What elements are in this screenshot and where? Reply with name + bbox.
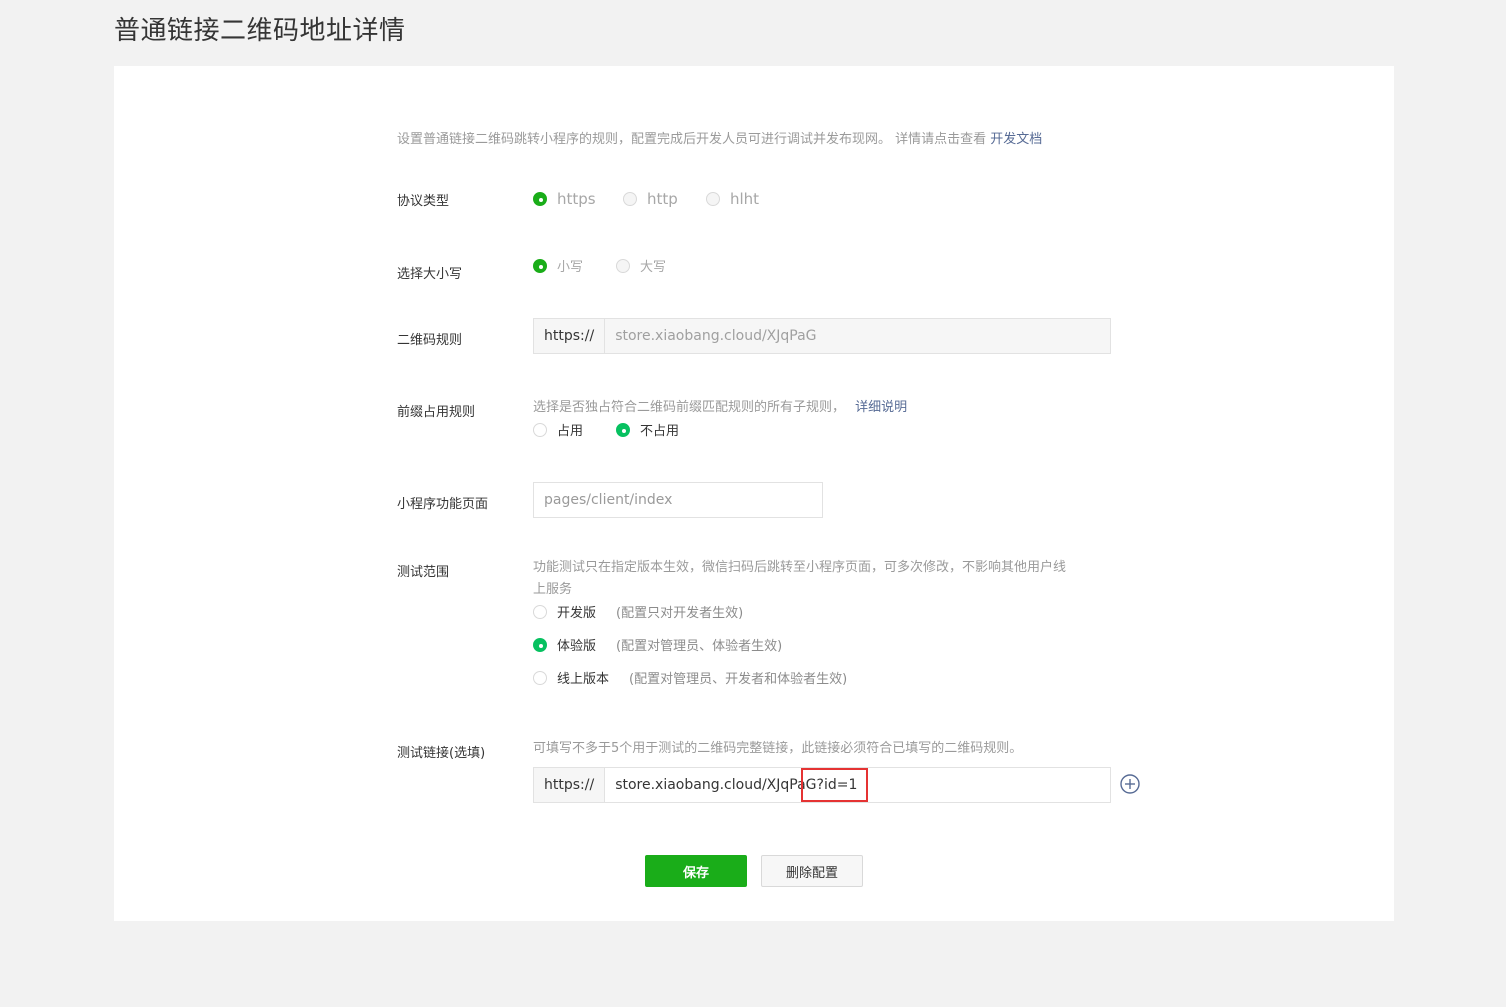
page-title: 普通链接二维码地址详情 [114, 16, 406, 46]
scope-option-label: 体验版 [557, 639, 597, 654]
scope-radio-dev[interactable]: 开发版 (配置只对开发者生效) [533, 602, 743, 621]
scope-option-label: 线上版本 [557, 672, 610, 687]
protocol-option-label: http [647, 190, 678, 208]
radio-unchecked-icon [533, 604, 547, 619]
radio-unchecked-icon [533, 422, 547, 437]
case-label: 选择大小写 [397, 267, 463, 282]
page-path-input[interactable]: pages/client/index [533, 482, 823, 518]
radio-checked-icon [533, 258, 547, 273]
protocol-option-label: hlht [730, 190, 760, 208]
prefix-option-label: 不占用 [640, 424, 680, 439]
protocol-radio-http[interactable]: http [623, 190, 678, 208]
case-option-label: 大写 [640, 260, 667, 275]
case-radio-lower[interactable]: 小写 [533, 256, 583, 275]
radio-unchecked-icon [623, 192, 637, 206]
config-card: 设置普通链接二维码跳转小程序的规则，配置完成后开发人员可进行调试并发布现网。 详… [114, 66, 1394, 921]
radio-checked-icon [533, 192, 547, 206]
prefix-radio-occupy[interactable]: 占用 [533, 420, 583, 439]
radio-checked-icon [533, 637, 547, 652]
intro-text: 设置普通链接二维码跳转小程序的规则，配置完成后开发人员可进行调试并发布现网。 详… [397, 128, 1042, 147]
highlight-annotation-box [801, 768, 868, 802]
test-link-prefix: https:// [534, 768, 606, 802]
test-scope-label: 测试范围 [397, 565, 450, 580]
page-path-label: 小程序功能页面 [397, 497, 489, 512]
radio-unchecked-icon [706, 192, 720, 206]
prefix-rule-desc: 选择是否独占符合二维码前缀匹配规则的所有子规则， 详细说明 [533, 396, 907, 415]
scope-option-hint: (配置只对开发者生效) [616, 606, 744, 621]
test-link-label: 测试链接(选填) [397, 746, 486, 761]
qr-rule-prefix: https:// [534, 319, 606, 353]
delete-config-button[interactable]: 删除配置 [761, 855, 863, 887]
radio-checked-icon [616, 422, 630, 437]
qr-rule-value: store.xiaobang.cloud/XJqPaG [615, 328, 817, 344]
prefix-rule-description: 选择是否独占符合二维码前缀匹配规则的所有子规则， [533, 400, 846, 415]
qr-rule-input: https:// store.xiaobang.cloud/XJqPaG [533, 318, 1111, 354]
add-link-icon[interactable] [1120, 774, 1140, 794]
protocol-radio-hlht[interactable]: hlht [706, 190, 759, 208]
prefix-rule-label: 前缀占用规则 [397, 405, 476, 420]
scope-radio-trial[interactable]: 体验版 (配置对管理员、体验者生效) [533, 635, 782, 654]
case-radio-upper[interactable]: 大写 [616, 256, 666, 275]
test-scope-desc-line1: 功能测试只在指定版本生效，微信扫码后跳转至小程序页面，可多次修改，不影响其他用户… [533, 560, 1067, 575]
prefix-option-label: 占用 [557, 424, 584, 439]
qr-rule-label: 二维码规则 [397, 333, 463, 348]
protocol-option-label: https [557, 190, 596, 208]
scope-option-hint: (配置对管理员、开发者和体验者生效) [629, 672, 848, 687]
scope-radio-online[interactable]: 线上版本 (配置对管理员、开发者和体验者生效) [533, 668, 847, 687]
protocol-label: 协议类型 [397, 194, 450, 209]
prefix-radio-not-occupy[interactable]: 不占用 [616, 420, 679, 439]
save-button[interactable]: 保存 [645, 855, 747, 887]
scope-option-label: 开发版 [557, 606, 597, 621]
protocol-radio-https[interactable]: https [533, 190, 596, 208]
dev-docs-link[interactable]: 开发文档 [990, 132, 1042, 147]
case-option-label: 小写 [557, 260, 584, 275]
radio-unchecked-icon [616, 258, 630, 273]
scope-option-hint: (配置对管理员、体验者生效) [616, 639, 783, 654]
test-scope-desc-line2: 上服务 [533, 582, 573, 597]
radio-unchecked-icon [533, 670, 547, 685]
test-link-desc: 可填写不多于5个用于测试的二维码完整链接，此链接必须符合已填写的二维码规则。 [533, 741, 1023, 756]
prefix-rule-detail-link[interactable]: 详细说明 [855, 400, 907, 415]
intro-description: 设置普通链接二维码跳转小程序的规则，配置完成后开发人员可进行调试并发布现网。 详… [397, 132, 991, 147]
